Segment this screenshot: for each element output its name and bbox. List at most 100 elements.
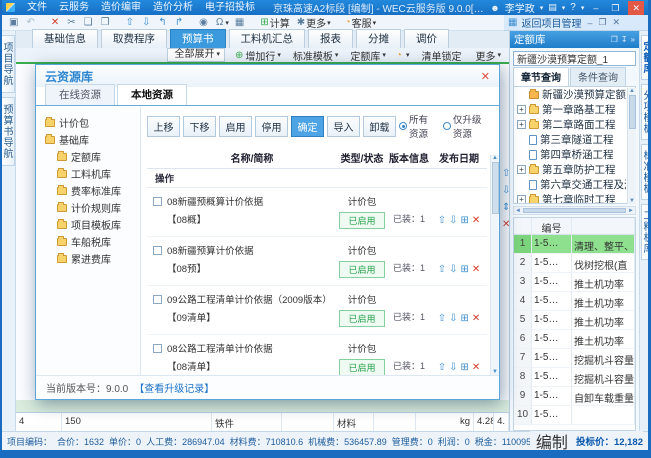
category-tree-item[interactable]: 车船税库 (36, 233, 140, 250)
close-button[interactable]: ✕ (628, 1, 644, 15)
document-tab[interactable]: 工料机汇总 (229, 29, 306, 48)
dialog-button[interactable]: 下移 (183, 116, 216, 137)
float-panel-icon[interactable]: ❐ (611, 35, 618, 44)
grid-action[interactable]: ⊕ 增加行 ▾ (235, 48, 281, 63)
panel-close-button[interactable]: ✕ (613, 17, 621, 28)
quota-grid-row[interactable]: 9 1-5… 自卸车载重量 (514, 387, 635, 406)
chapter-tree-item[interactable]: + 第五章防护工程 (514, 162, 626, 177)
grid-cell[interactable]: 4. (494, 413, 509, 431)
move-down-icon[interactable]: ⇩ (449, 215, 457, 226)
toolbar-icon[interactable]: ✱ 更多 ▾ (294, 15, 334, 30)
category-tree-item[interactable]: 工料机库 (36, 165, 140, 182)
grid-action[interactable]: 更多 ▾ (473, 48, 501, 63)
panel-maximize-button[interactable]: ❐ (598, 17, 606, 28)
quota-grid-row[interactable]: 6 1-5… 推土机功率 (514, 330, 635, 349)
toolbar-icon[interactable]: ⇧ (123, 17, 139, 28)
chapter-tree-item[interactable]: 第六章交通工程及沿线设施 (514, 177, 626, 192)
move-up-icon[interactable]: ⇧ (438, 313, 446, 324)
grid-cell[interactable]: 4 (16, 413, 62, 431)
document-tab[interactable]: 取费程序 (101, 29, 167, 48)
dialog-tab[interactable]: 本地资源 (117, 84, 187, 105)
category-tree-item[interactable]: 定额库 (36, 148, 140, 165)
chapter-tree-item[interactable]: + 第二章路面工程 (514, 117, 626, 132)
filter-radio[interactable]: 仅升级资源 (443, 112, 487, 140)
toolbar-icon[interactable]: ✕ (48, 17, 64, 28)
remove-icon[interactable]: ✕ (472, 362, 480, 373)
user-name[interactable]: 李学政 (505, 0, 535, 15)
toolbar-icon[interactable]: ⇩ (139, 17, 155, 28)
quota-grid-row[interactable]: 8 1-5… 挖掘机斗容量 (514, 368, 635, 387)
quota-grid-row[interactable]: 3 1-5… 推土机功率 (514, 273, 635, 292)
tree-vertical-scrollbar[interactable]: ▲ ▼ (627, 88, 636, 204)
install-icon[interactable]: ⊞ (461, 362, 469, 373)
dialog-button[interactable]: 卸载 (363, 116, 396, 137)
grid-cell[interactable]: kg (416, 413, 474, 431)
chapter-tree-item[interactable]: + 第七章临时工程 (514, 192, 626, 204)
menu-item[interactable]: 电子招投标 (199, 0, 261, 15)
move-up-icon[interactable]: ⇧ (438, 215, 446, 226)
chapter-tree-item[interactable]: 第三章隧道工程 (514, 132, 626, 147)
pin-panel-icon[interactable]: ↧ (621, 35, 628, 44)
move-down-icon[interactable]: ⇩ (449, 362, 457, 373)
move-down-icon[interactable]: ⇩ (449, 264, 457, 275)
quota-grid-row[interactable]: 4 1-5… 推土机功率 (514, 292, 635, 311)
toolbar-icon[interactable]: ❐ (98, 17, 115, 28)
row-checkbox[interactable] (153, 197, 162, 206)
messages-icon[interactable]: ▤ (548, 2, 557, 13)
quota-grid-row[interactable]: 2 1-5… 伐树挖根(直 (514, 254, 635, 273)
maximize-button[interactable]: ❐ (607, 1, 623, 15)
menu-item[interactable]: 云服务 (53, 0, 95, 15)
grid-cell[interactable]: 4.28 (474, 413, 494, 431)
toolbar-icon[interactable]: ⊞ 计算 (257, 15, 293, 30)
menu-item[interactable]: 文件 (21, 0, 53, 15)
dialog-button[interactable]: 停用 (255, 116, 288, 137)
resource-row[interactable]: 09公路工程清单计价依据（2009版本） 计价包 【09清单】 已启用 已装：1… (147, 286, 487, 335)
remove-icon[interactable]: ✕ (472, 215, 480, 226)
install-icon[interactable]: ⊞ (461, 264, 469, 275)
move-down-icon[interactable]: ⇩ (449, 313, 457, 324)
toolbar-icon[interactable]: ✂ (64, 17, 80, 28)
help-icon[interactable]: ? (570, 2, 576, 13)
upgrade-log-link[interactable]: 【查看升级记录】 (134, 380, 214, 395)
grid-cell[interactable]: 150 (62, 413, 212, 431)
resource-row[interactable]: 08公路工程清单计价依据 计价包 【08清单】 已启用 已装：1 ⇧ ⇩ ⊞ ✕ (147, 335, 487, 375)
document-tab[interactable]: 预算书 (170, 29, 226, 48)
dock-tab[interactable]: 工料机库 (641, 204, 651, 260)
dock-tab[interactable]: 标准模板 (641, 144, 651, 200)
toolbar-icon[interactable]: ▣ (6, 17, 23, 28)
collapse-panel-icon[interactable]: » (631, 35, 635, 44)
category-tree-item[interactable]: 费率标准库 (36, 182, 140, 199)
move-up-icon[interactable]: ⇧ (438, 362, 446, 373)
dock-tab[interactable]: 分项模板 (641, 84, 651, 140)
quota-grid-row[interactable]: 10 1-5… (514, 406, 635, 425)
category-tree-item[interactable]: 计价规则库 (36, 199, 140, 216)
dialog-button[interactable]: 上移 (147, 116, 180, 137)
install-icon[interactable]: ⊞ (461, 215, 469, 226)
category-tree-item[interactable]: 基础库 (36, 131, 140, 148)
move-up-icon[interactable]: ⇧ (438, 264, 446, 275)
grid-action[interactable]: ◔ ▾ (396, 50, 410, 61)
chapter-tree-item[interactable]: 新疆沙漠预算定额 (514, 87, 626, 102)
install-icon[interactable]: ⊞ (461, 313, 469, 324)
panel-tab[interactable]: 条件查询 (570, 67, 626, 86)
category-tree-item[interactable]: 项目模板库 (36, 216, 140, 233)
toolbar-icon[interactable]: ❏ (81, 17, 98, 28)
toolbar-icon[interactable]: ↰ (155, 17, 171, 28)
resource-row[interactable]: 08新疆预概算计价依据 计价包 【08概】 已启用 已装：1 ⇧ ⇩ ⊞ ✕ (147, 188, 487, 237)
dialog-button[interactable]: 导入 (327, 116, 360, 137)
toolbar-icon[interactable]: ▦ (232, 17, 249, 28)
chapter-tree-item[interactable]: 第四章桥涵工程 (514, 147, 626, 162)
menu-item[interactable]: 造价分析 (147, 0, 199, 15)
grid-action[interactable]: 全部展开 ▾ (167, 48, 225, 62)
category-tree-item[interactable]: 计价包 (36, 114, 140, 131)
grid-cell[interactable]: 铁件 (212, 413, 282, 431)
toolbar-icon[interactable]: ↱ (172, 17, 188, 28)
left-nav-tab[interactable]: 预算书导航 (2, 97, 15, 166)
return-project-button[interactable]: 返回项目管理 (521, 15, 581, 30)
dock-tab[interactable]: 定额库 (641, 35, 651, 80)
dialog-button[interactable]: 确定 (291, 116, 324, 137)
remove-icon[interactable]: ✕ (472, 313, 480, 324)
toolbar-icon[interactable]: Ω ▾ (213, 17, 232, 28)
quota-grid-row[interactable]: 5 1-5… 推土机功率 (514, 311, 635, 330)
quota-search-input[interactable] (513, 51, 636, 66)
